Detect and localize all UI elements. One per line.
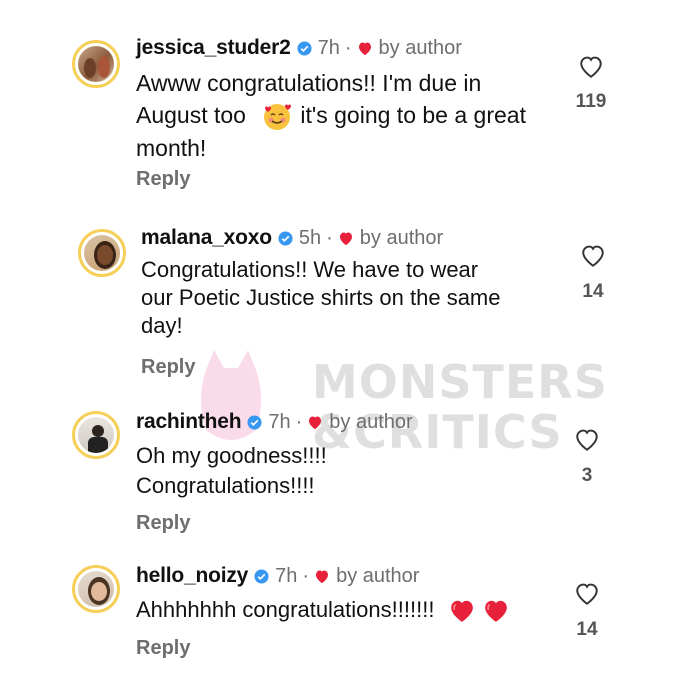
avatar[interactable] <box>72 40 120 88</box>
liked-by-author-label: by author <box>329 410 413 433</box>
comment-text-line: Congratulations!!!! <box>136 473 315 498</box>
heart-icon <box>316 570 329 583</box>
separator-dot: · <box>344 36 352 59</box>
liked-by-author-label: by author <box>336 564 420 587</box>
comment-text-line: Ahhhhhhh congratulations!!!!!!! <box>136 597 435 622</box>
separator-dot: · <box>302 564 310 587</box>
heart-icon <box>339 232 352 245</box>
verified-badge-icon <box>254 568 269 584</box>
username[interactable]: malana_xoxo <box>141 226 272 250</box>
avatar[interactable] <box>78 229 126 277</box>
red-heart-emoji-icon <box>450 600 473 623</box>
comment-text-line: Awww congratulations!! I'm due in <box>136 70 482 96</box>
red-heart-emoji-icon <box>484 600 507 623</box>
separator-dot: · <box>295 410 303 433</box>
comment-meta: rachintheh 7h · by author <box>136 410 413 434</box>
smiling-face-with-hearts-icon <box>264 103 292 130</box>
reply-button[interactable]: Reply <box>141 356 195 379</box>
comment-text-line: Congratulations!! We have to wear <box>141 257 479 282</box>
heart-icon <box>309 416 322 429</box>
username[interactable]: hello_noizy <box>136 564 248 588</box>
monster-mascot-icon <box>201 350 261 440</box>
timestamp: 7h <box>317 36 340 59</box>
verified-badge-icon <box>247 414 262 430</box>
liked-by-author-label: by author <box>378 36 462 59</box>
separator-dot: · <box>326 226 333 249</box>
liked-by-author-label: by author <box>359 226 444 249</box>
reply-button[interactable]: Reply <box>136 512 190 535</box>
comment-meta: jessica_studer2 7h · by author <box>136 36 462 60</box>
user-avatar-woman-smile-icon <box>78 571 114 607</box>
like-count: 3 <box>581 465 593 486</box>
like-heart-icon[interactable] <box>574 428 600 452</box>
comment-text-line: day! <box>141 313 183 338</box>
avatar[interactable] <box>72 565 120 613</box>
comment-meta: hello_noizy 7h · by author <box>136 564 419 588</box>
like-heart-icon[interactable] <box>580 244 606 268</box>
comment-text: Congratulations!! We have to wear our Po… <box>141 256 501 340</box>
user-avatar-couple-icon <box>78 46 114 82</box>
reply-button[interactable]: Reply <box>136 637 190 660</box>
username[interactable]: rachintheh <box>136 410 242 434</box>
comment-meta: malana_xoxo 5h · by author <box>141 226 443 250</box>
avatar[interactable] <box>72 411 120 459</box>
heart-icon <box>358 42 371 55</box>
watermark-line-1: MONSTERS <box>312 355 608 409</box>
comment-text-line: our Poetic Justice shirts on the same <box>141 285 501 310</box>
timestamp: 7h <box>268 410 291 433</box>
timestamp: 7h <box>275 564 298 587</box>
comment-text-line: Oh my goodness!!!! <box>136 443 327 468</box>
username[interactable]: jessica_studer2 <box>136 36 291 60</box>
user-avatar-woman-icon <box>84 235 120 271</box>
like-heart-icon[interactable] <box>578 55 604 79</box>
reply-button[interactable]: Reply <box>136 168 190 191</box>
verified-badge-icon <box>297 40 312 56</box>
comment-text: Oh my goodness!!!! Congratulations!!!! <box>136 441 327 501</box>
comment-text: Awww congratulations!! I'm due in August… <box>136 67 526 164</box>
comment-text-line: month! <box>136 134 207 161</box>
timestamp: 5h <box>298 226 322 249</box>
verified-badge-icon <box>278 230 293 246</box>
comment-text-line: August too it's going to be a great <box>136 99 526 132</box>
comment-text: Ahhhhhhh congratulations!!!!!!! <box>136 594 509 626</box>
like-count: 14 <box>576 619 598 640</box>
like-count: 119 <box>575 91 607 112</box>
user-avatar-man-icon <box>78 417 114 453</box>
like-count: 14 <box>582 281 604 302</box>
like-heart-icon[interactable] <box>574 582 600 606</box>
